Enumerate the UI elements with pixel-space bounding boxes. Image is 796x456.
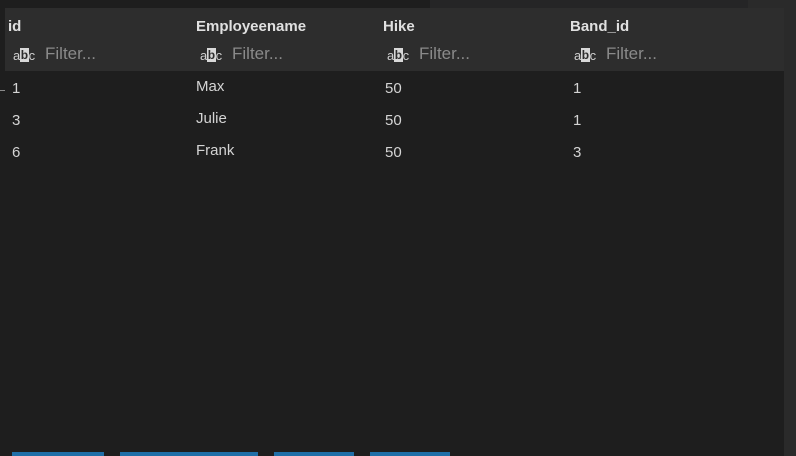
bottom-button-1[interactable]: [12, 452, 104, 456]
bottom-button-4[interactable]: [370, 452, 450, 456]
table-row[interactable]: 6 Frank 50 3: [5, 138, 784, 170]
text-filter-icon: abc: [13, 47, 35, 63]
filter-input-id[interactable]: [45, 44, 185, 64]
cell-employeename[interactable]: Frank: [196, 142, 234, 159]
column-header-id[interactable]: id abc: [5, 8, 192, 71]
column-title-band-id[interactable]: Band_id: [570, 18, 629, 35]
bottom-button-2[interactable]: [120, 452, 258, 456]
cell-band-id[interactable]: 1: [573, 112, 581, 129]
column-title-id[interactable]: id: [8, 18, 21, 35]
filter-input-band-id[interactable]: [606, 44, 746, 64]
column-title-hike[interactable]: Hike: [383, 18, 415, 35]
cell-employeename[interactable]: Julie: [196, 110, 227, 127]
table-row[interactable]: 3 Julie 50 1: [5, 106, 784, 138]
vertical-scrollbar[interactable]: [784, 0, 796, 456]
cell-hike[interactable]: 50: [385, 144, 402, 161]
filter-input-employeename[interactable]: [232, 44, 372, 64]
cell-band-id[interactable]: 3: [573, 144, 581, 161]
bottom-button-3[interactable]: [274, 452, 354, 456]
cell-id[interactable]: 6: [12, 144, 20, 161]
cell-hike[interactable]: 50: [385, 112, 402, 129]
cell-employeename[interactable]: Max: [196, 78, 224, 95]
column-header-hike[interactable]: Hike abc: [379, 8, 566, 71]
result-grid-panel: id abc Employeename abc Hike abc: [0, 0, 796, 456]
top-tab-strip: [430, 0, 748, 8]
cell-id[interactable]: 1: [12, 80, 20, 97]
table-row[interactable]: 1 Max 50 1: [5, 74, 784, 106]
text-filter-icon: abc: [574, 47, 596, 63]
cell-id[interactable]: 3: [12, 112, 20, 129]
column-header-band-id[interactable]: Band_id abc: [566, 8, 784, 71]
data-grid: id abc Employeename abc Hike abc: [5, 8, 784, 456]
text-filter-icon: abc: [200, 47, 222, 63]
filter-input-hike[interactable]: [419, 44, 559, 64]
column-title-employeename[interactable]: Employeename: [196, 18, 306, 35]
grid-header: id abc Employeename abc Hike abc: [5, 8, 784, 71]
top-strip: [0, 0, 430, 8]
cell-band-id[interactable]: 1: [573, 80, 581, 97]
cell-hike[interactable]: 50: [385, 80, 402, 97]
text-filter-icon: abc: [387, 47, 409, 63]
column-header-employeename[interactable]: Employeename abc: [192, 8, 379, 71]
